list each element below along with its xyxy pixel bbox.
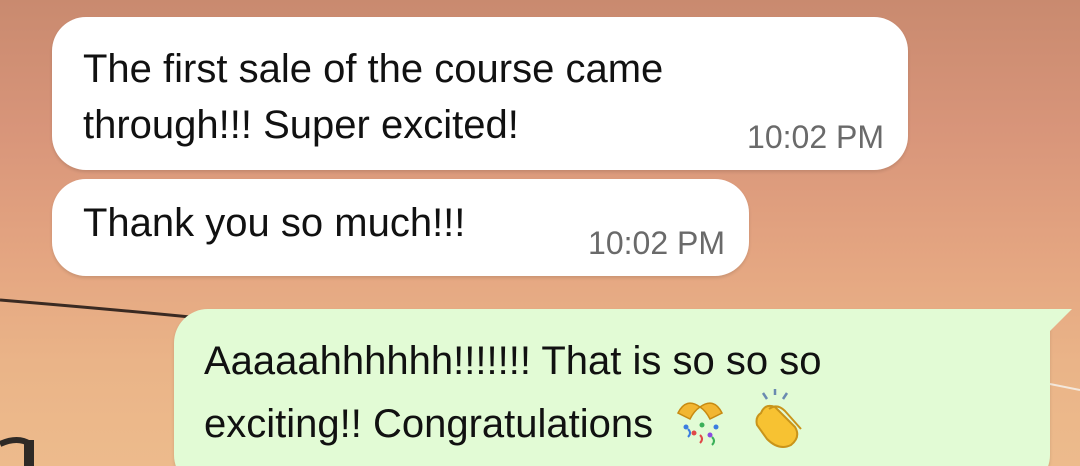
bubble-tail bbox=[1050, 309, 1072, 331]
message-timestamp: 10:02 PM bbox=[588, 225, 725, 261]
clapping-hands-icon bbox=[747, 389, 809, 464]
incoming-message-bubble[interactable]: Thank you so much!!! 10:02 PM bbox=[52, 179, 749, 276]
message-timestamp: 10:02 PM bbox=[747, 119, 884, 155]
confetti-ball-icon bbox=[672, 393, 728, 464]
message-text: Aaaaahhhhhh!!!!!!! That is so so so exci… bbox=[204, 333, 1020, 464]
message-text-content: Aaaaahhhhhh!!!!!!! That is so so so exci… bbox=[204, 339, 822, 446]
incoming-message-bubble[interactable]: The first sale of the course came throug… bbox=[52, 17, 908, 170]
outgoing-message-bubble[interactable]: Aaaaahhhhhh!!!!!!! That is so so so exci… bbox=[174, 309, 1072, 466]
